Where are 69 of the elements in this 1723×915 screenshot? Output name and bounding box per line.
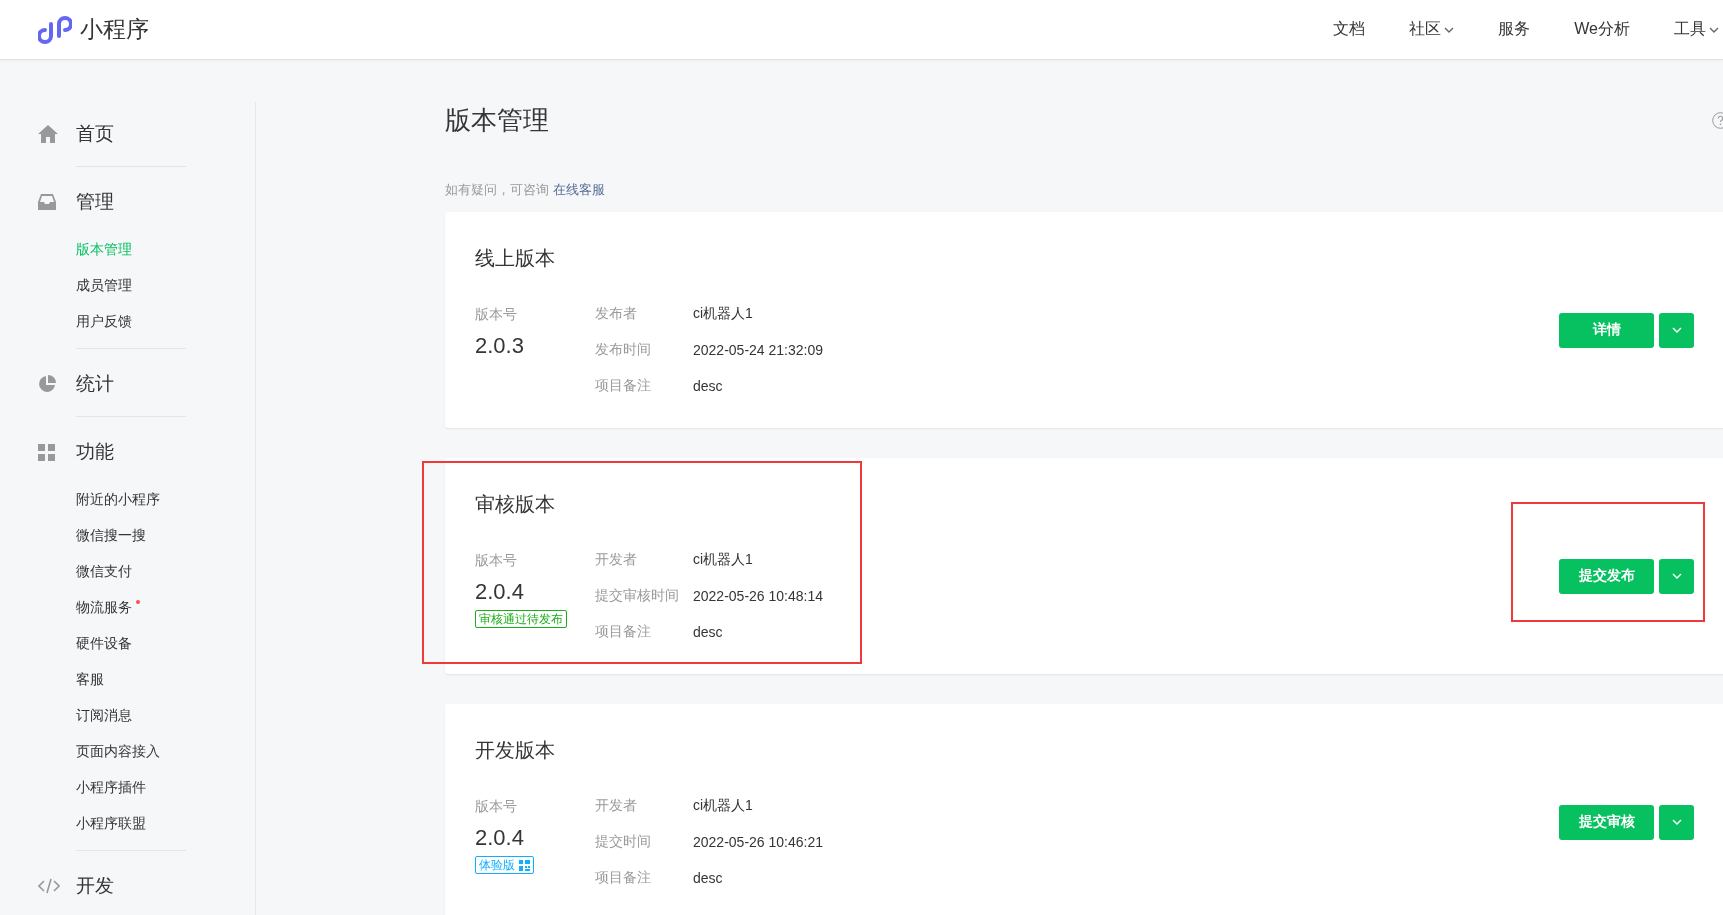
version-number: 2.0.4 [475, 824, 525, 852]
app-name: 小程序 [80, 15, 149, 44]
sidebar-item[interactable]: 附近的小程序 [76, 491, 160, 509]
field-value: 2022-05-26 10:46:21 [693, 834, 823, 850]
sidebar-item[interactable]: 订阅消息 [76, 707, 132, 725]
chevron-down-icon [1671, 327, 1682, 333]
field-value: ci机器人1 [693, 551, 753, 569]
status-tag: 审核通过待发布 [475, 610, 567, 628]
grid-icon [38, 443, 55, 461]
more-actions-button[interactable] [1659, 804, 1694, 840]
chevron-down-icon [1709, 26, 1719, 33]
field-label: 项目备注 [595, 623, 652, 641]
sidebar-heading[interactable]: 统计 [76, 371, 114, 397]
qr-code-icon [519, 859, 530, 871]
nav-link[interactable]: 服务 [1498, 19, 1531, 40]
page-title: 版本管理 [445, 104, 549, 136]
more-actions-button[interactable] [1659, 312, 1694, 348]
code-icon [38, 878, 60, 894]
card-title: 审核版本 [475, 492, 556, 517]
chevron-down-icon [1444, 26, 1455, 33]
card-title: 线上版本 [475, 246, 556, 271]
home-icon [38, 125, 58, 143]
field-label: 开发者 [595, 551, 638, 569]
sidebar-item[interactable]: 小程序插件 [76, 779, 146, 797]
sidebar-item[interactable]: 微信搜一搜 [76, 527, 146, 545]
tray-icon [38, 194, 56, 210]
version-label: 版本号 [475, 305, 518, 324]
field-value: desc [693, 378, 723, 394]
sidebar-item[interactable]: 小程序联盟 [76, 815, 146, 833]
help-hint: 如有疑问，可咨询 在线客服 [445, 181, 606, 199]
sidebar-item[interactable]: 成员管理 [76, 277, 132, 295]
nav-link[interactable]: 文档 [1333, 19, 1366, 40]
sidebar-item[interactable]: 页面内容接入 [76, 743, 160, 761]
nav-link[interactable]: 工具 [1674, 19, 1719, 40]
pie-chart-icon [38, 375, 56, 393]
field-value: ci机器人1 [693, 305, 753, 323]
sidebar-heading[interactable]: 管理 [76, 189, 114, 215]
sidebar-item[interactable]: 用户反馈 [76, 313, 132, 331]
field-value: desc [693, 624, 723, 640]
chevron-down-icon [1671, 573, 1682, 579]
sidebar-item[interactable]: 硬件设备 [76, 635, 132, 653]
nav-link[interactable]: We分析 [1574, 19, 1630, 40]
version-number: 2.0.3 [475, 332, 525, 360]
logo-icon [38, 14, 72, 45]
field-label: 提交时间 [595, 833, 652, 851]
field-label: 开发者 [595, 797, 638, 815]
field-value: 2022-05-26 10:48:14 [693, 588, 823, 604]
field-label: 发布者 [595, 305, 638, 323]
sidebar-item[interactable]: 物流服务 [76, 599, 132, 617]
chevron-down-icon [1671, 819, 1682, 825]
more-actions-button[interactable] [1659, 558, 1694, 594]
nav-link[interactable]: 社区 [1409, 19, 1455, 40]
online-service-link[interactable]: 在线客服 [552, 182, 605, 197]
field-label: 提交审核时间 [595, 587, 680, 605]
sidebar-heading[interactable]: 首页 [76, 121, 114, 147]
sidebar-item[interactable]: 客服 [76, 671, 104, 689]
field-value: desc [693, 870, 723, 886]
field-label: 发布时间 [595, 341, 652, 359]
field-value: ci机器人1 [693, 797, 753, 815]
version-label: 版本号 [475, 797, 518, 816]
field-label: 项目备注 [595, 869, 652, 887]
field-value: 2022-05-24 21:32:09 [693, 342, 823, 358]
sidebar-heading[interactable]: 开发 [76, 873, 114, 899]
sidebar-heading[interactable]: 功能 [76, 439, 114, 465]
field-label: 项目备注 [595, 377, 652, 395]
sidebar-item[interactable]: 微信支付 [76, 563, 132, 581]
version-number: 2.0.4 [475, 578, 525, 606]
version-label: 版本号 [475, 551, 518, 570]
card-title: 开发版本 [475, 738, 556, 763]
